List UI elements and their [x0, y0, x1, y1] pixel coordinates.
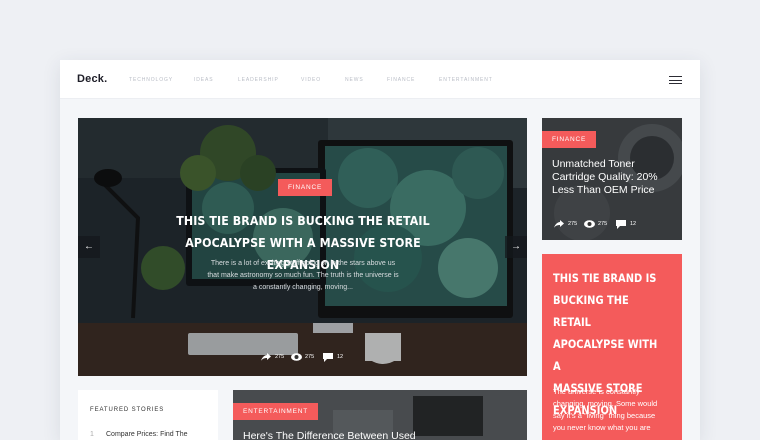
comment-count: 12: [630, 221, 637, 227]
featured-item-number: 1: [90, 431, 94, 438]
share-count: 275: [568, 221, 578, 227]
comment-icon: [323, 353, 333, 362]
promo-title-line: BUCKING THE RETAIL: [553, 293, 629, 329]
share-count: 275: [275, 354, 285, 360]
hero-excerpt-line: that make astronomy so much fun. The tru…: [207, 272, 399, 279]
hero-slider[interactable]: FINANCE THIS TIE BRAND IS BUCKING THE RE…: [78, 118, 527, 376]
hero-excerpt-line: There is a lot of exciting stuff going o…: [210, 260, 396, 267]
menu-icon[interactable]: [669, 76, 682, 85]
browser-frame: Deck. TECHNOLOGY IDEAS LEADERSHIP VIDEO …: [60, 60, 700, 440]
arrow-left-icon[interactable]: ←: [78, 236, 100, 258]
eye-icon: [291, 353, 302, 361]
promo-excerpt-line: say it's a "living" thing because: [553, 411, 656, 420]
promo-excerpt-line: you never know what you are: [553, 423, 651, 432]
comment-icon: [616, 220, 626, 229]
hero-category-badge[interactable]: FINANCE: [278, 179, 333, 196]
mid-card-title[interactable]: Here's The Difference Between Used: [243, 430, 513, 440]
promo-title-line: APOCALYPSE WITH A: [553, 337, 658, 373]
hero-excerpt: There is a lot of exciting stuff going o…: [188, 258, 418, 294]
featured-heading: FEATURED STORIES: [90, 407, 165, 413]
nav-item-technology[interactable]: TECHNOLOGY: [129, 77, 173, 83]
hero-stats: 275 275 12: [261, 352, 351, 362]
promo-excerpt: The universe is constantly changing, mov…: [553, 386, 677, 434]
entertainment-article-card[interactable]: ENTERTAINMENT Here's The Difference Betw…: [233, 390, 527, 440]
nav-item-entertainment[interactable]: ENTERTAINMENT: [439, 77, 493, 83]
promo-card[interactable]: THIS TIE BRAND IS BUCKING THE RETAIL APO…: [542, 254, 682, 440]
nav-item-finance[interactable]: FINANCE: [387, 77, 415, 83]
side-card-title-line: Cartridge Quality: 20%: [552, 171, 658, 183]
side-card-title-line: Less Than OEM Price: [552, 184, 655, 196]
hero-excerpt-line: a constantly changing, moving...: [252, 284, 353, 291]
mid-category-badge[interactable]: ENTERTAINMENT: [233, 403, 319, 420]
side-card-title[interactable]: Unmatched Toner Cartridge Quality: 20% L…: [552, 158, 677, 197]
eye-icon: [584, 220, 595, 228]
featured-stories: FEATURED STORIES 1 Compare Prices: Find …: [78, 390, 218, 440]
view-count: 275: [598, 221, 608, 227]
share-icon: [261, 353, 271, 361]
nav-item-news[interactable]: NEWS: [345, 77, 364, 83]
top-navbar: Deck. TECHNOLOGY IDEAS LEADERSHIP VIDEO …: [60, 60, 700, 99]
side-category-badge[interactable]: FINANCE: [542, 131, 597, 148]
nav-item-leadership[interactable]: LEADERSHIP: [238, 77, 279, 83]
nav-item-video[interactable]: VIDEO: [301, 77, 321, 83]
promo-excerpt-line: The universe is constantly: [553, 387, 640, 396]
view-count: 275: [305, 354, 315, 360]
site-logo[interactable]: Deck.: [77, 73, 107, 85]
side-card-title-line: Unmatched Toner: [552, 158, 635, 170]
hero-title-line: THIS TIE BRAND IS BUCKING THE RETAIL: [176, 214, 430, 228]
promo-excerpt-line: changing, moving. Some would: [553, 399, 658, 408]
comment-count: 12: [337, 354, 344, 360]
nav-item-ideas[interactable]: IDEAS: [194, 77, 214, 83]
promo-title-line: THIS TIE BRAND IS: [553, 271, 657, 285]
side-card-stats: 275 275 12: [554, 219, 654, 229]
arrow-right-icon[interactable]: →: [505, 236, 527, 258]
side-article-card[interactable]: FINANCE Unmatched Toner Cartridge Qualit…: [542, 118, 682, 240]
featured-item-link[interactable]: Compare Prices: Find The: [106, 431, 188, 438]
share-icon: [554, 220, 564, 228]
